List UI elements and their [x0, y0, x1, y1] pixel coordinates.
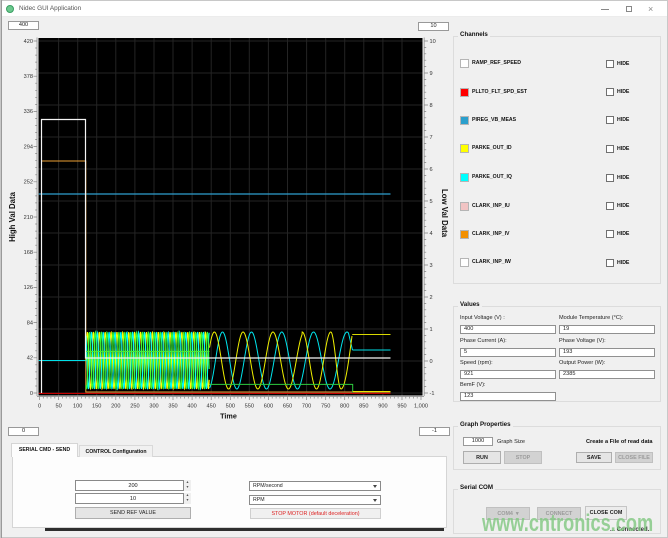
svg-text:200: 200 [111, 404, 120, 410]
svg-text:350: 350 [168, 404, 177, 410]
svg-text:2: 2 [430, 295, 433, 301]
svg-text:300: 300 [149, 404, 158, 410]
svg-text:420: 420 [24, 39, 33, 45]
svg-text:900: 900 [378, 404, 387, 410]
svg-text:0: 0 [430, 359, 433, 365]
svg-text:550: 550 [245, 404, 254, 410]
svg-text:9: 9 [430, 71, 433, 77]
svg-text:336: 336 [24, 109, 33, 115]
svg-text:4: 4 [430, 231, 433, 237]
svg-text:High Val Data: High Val Data [8, 191, 17, 241]
svg-text:210: 210 [24, 215, 33, 221]
svg-text:950: 950 [397, 404, 406, 410]
svg-text:250: 250 [130, 404, 139, 410]
svg-text:450: 450 [207, 404, 216, 410]
svg-text:700: 700 [302, 404, 311, 410]
svg-text:150: 150 [92, 404, 101, 410]
svg-text:252: 252 [24, 180, 33, 186]
svg-text:400: 400 [187, 404, 196, 410]
svg-text:42: 42 [27, 356, 33, 362]
svg-text:0: 0 [38, 404, 41, 410]
svg-text:7: 7 [430, 135, 433, 141]
svg-text:-1: -1 [430, 391, 435, 397]
svg-text:650: 650 [283, 404, 292, 410]
svg-text:1,000: 1,000 [414, 404, 428, 410]
svg-text:168: 168 [24, 250, 33, 256]
svg-text:378: 378 [24, 74, 33, 80]
svg-text:600: 600 [264, 404, 273, 410]
svg-text:3: 3 [430, 263, 433, 269]
svg-text:126: 126 [24, 285, 33, 291]
svg-text:10: 10 [430, 39, 436, 45]
svg-text:0: 0 [30, 391, 33, 397]
svg-text:850: 850 [359, 404, 368, 410]
svg-text:1: 1 [430, 327, 433, 333]
svg-text:50: 50 [55, 404, 61, 410]
svg-text:100: 100 [73, 404, 82, 410]
svg-text:500: 500 [226, 404, 235, 410]
svg-text:294: 294 [24, 144, 33, 150]
svg-text:800: 800 [340, 404, 349, 410]
svg-text:6: 6 [430, 167, 433, 173]
svg-text:84: 84 [27, 320, 33, 326]
svg-text:8: 8 [430, 103, 433, 109]
svg-text:Time: Time [220, 412, 237, 421]
svg-text:Low Val Data: Low Val Data [440, 189, 449, 238]
svg-text:5: 5 [430, 199, 433, 205]
svg-text:750: 750 [321, 404, 330, 410]
